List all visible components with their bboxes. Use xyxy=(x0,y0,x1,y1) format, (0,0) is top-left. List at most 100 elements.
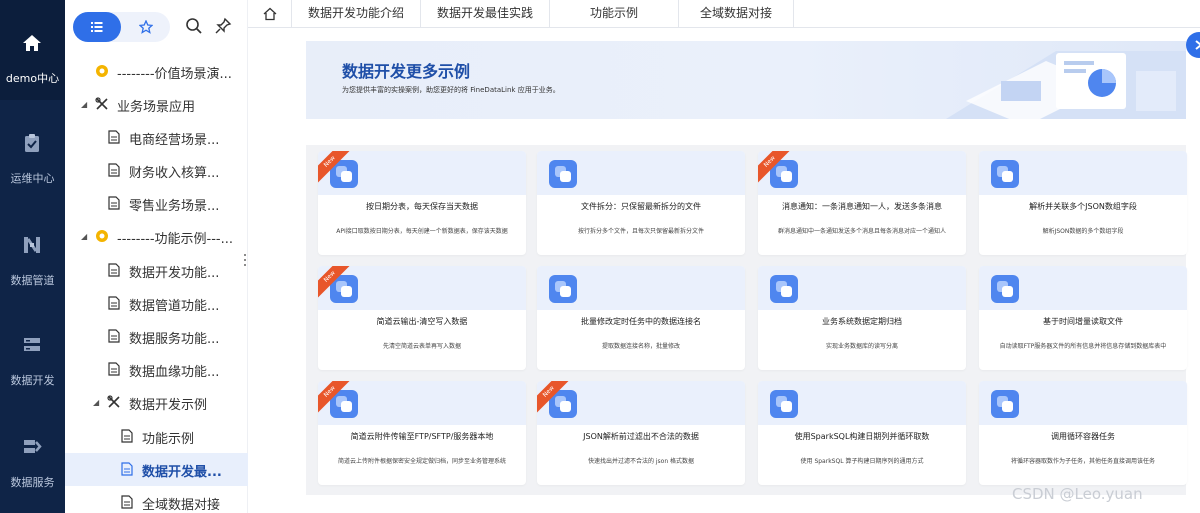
card-description: 将循环容器取数作为子任务，其他任务直接调用该任务 xyxy=(1010,458,1155,465)
tree-item-business-scenes[interactable]: ◢ 业务场景应用 xyxy=(65,88,248,121)
caret-down-icon[interactable]: ◢ xyxy=(93,398,99,407)
example-gallery: New 按日期分表，每天保存当天数据 API接口取数按日期分表，每天创建一个新数据表… xyxy=(306,145,1187,495)
tree-item-data-integration[interactable]: 全域数据对接 xyxy=(65,486,248,513)
document-icon xyxy=(108,329,120,343)
example-card[interactable]: New 消息通知：一条消息通知一人，发送多条消息 群消息通知中一条通知发送多个消息且… xyxy=(758,151,966,255)
gear-folder-icon xyxy=(96,230,108,242)
clipboard-check-icon xyxy=(25,134,39,152)
tree-item-retail[interactable]: 零售业务场景... xyxy=(65,187,248,220)
example-card[interactable]: New 简道云输出-清空写入数据 先清空简道云表单再写入数据 xyxy=(318,266,526,370)
example-card[interactable]: 批量修改定时任务中的数据连接名 提取数据连接名称，批量修改 xyxy=(537,266,745,370)
nav-item-data-service[interactable]: 数据服务 xyxy=(0,404,65,504)
example-app-icon xyxy=(770,390,798,418)
main-content: 数据开发更多示例 为您提供丰富的实操案例，助您更好的将 FineDataLink… xyxy=(248,29,1200,513)
nav-item-data-pipeline[interactable]: 数据管道 xyxy=(0,202,65,302)
tools-icon xyxy=(107,395,120,408)
tab-dev-intro[interactable]: 数据开发功能介绍 xyxy=(292,0,421,28)
example-card[interactable]: 业务系统数据定期归档 实现业务数据库的读写分离 xyxy=(758,266,966,370)
example-app-icon xyxy=(770,275,798,303)
tree-item-lineage-features[interactable]: 数据血缘功能... xyxy=(65,353,248,386)
pin-icon[interactable] xyxy=(213,16,233,36)
tree-item-label: --------功能示例---... xyxy=(117,232,233,247)
tree-item-label: 数据开发示例 xyxy=(129,398,208,413)
card-description: 群消息通知中一条通知发送多个消息且每条消息对应一个通知人 xyxy=(777,228,946,235)
home-icon xyxy=(23,35,41,51)
nav-label: demo中心 xyxy=(5,72,60,85)
caret-down-icon[interactable]: ◢ xyxy=(81,100,87,109)
tree-item-feature-examples-group[interactable]: ◢ --------功能示例---... xyxy=(65,220,248,253)
card-description: API接口取数按日期分表，每天创建一个新数据表，保存该天数据 xyxy=(336,228,508,235)
tree-item-label: 数据开发最... xyxy=(142,465,222,480)
document-icon xyxy=(121,429,133,443)
data-service-icon xyxy=(24,440,42,453)
card-description: 提取数据连接名称，批量修改 xyxy=(601,343,680,350)
card-title: 业务系统数据定期归档 xyxy=(822,317,902,326)
card-title: 使用SparkSQL构建日期列并循环取数 xyxy=(794,432,930,441)
banner-illustration xyxy=(946,51,1186,119)
nav-item-data-dev[interactable]: 数据开发 xyxy=(0,302,65,402)
card-title: 简道云输出-清空写入数据 xyxy=(376,317,468,326)
tab-feature-examples[interactable]: 功能示例 xyxy=(550,0,679,28)
tree-item-service-features[interactable]: 数据服务功能... xyxy=(65,320,248,353)
gear-folder-icon xyxy=(96,65,108,77)
floating-action-button[interactable] xyxy=(1186,32,1200,58)
tree-item-feature-examples[interactable]: 功能示例 xyxy=(65,420,248,453)
favorites-button[interactable] xyxy=(122,12,170,42)
tree-item-dev-examples[interactable]: ◢ 数据开发示例 xyxy=(65,386,248,419)
card-description: 解析JSON数据的多个数组字段 xyxy=(1042,228,1124,235)
star-icon xyxy=(139,20,153,34)
tree-item-label: 数据管道功能... xyxy=(129,299,220,314)
example-card[interactable]: 解析并关联多个JSON数组字段 解析JSON数据的多个数组字段 xyxy=(979,151,1187,255)
tree-item-label: 数据服务功能... xyxy=(129,332,220,347)
tree-item-dev-features[interactable]: 数据开发功能... xyxy=(65,254,248,287)
tree-item-dev-best-practices[interactable]: 数据开发最... xyxy=(65,453,248,486)
search-icon[interactable] xyxy=(184,16,204,36)
example-card[interactable]: New 简道云附件传输至FTP/SFTP/服务器本地 简道云上传附件根据保密安全规定… xyxy=(318,381,526,485)
tab-data-integration[interactable]: 全域数据对接 xyxy=(679,0,794,28)
example-card[interactable]: 基于时间增量读取文件 自动读取FTP服务器文件的所有信息并将信息存储到数据库表中 xyxy=(979,266,1187,370)
tree-item-pipeline-features[interactable]: 数据管道功能... xyxy=(65,287,248,320)
document-icon xyxy=(108,163,120,177)
nav-label: 数据开发 xyxy=(10,374,55,387)
tree-item-label: 数据血缘功能... xyxy=(129,365,220,380)
example-card[interactable]: 使用SparkSQL构建日期列并循环取数 使用 SparkSQL 算子构建日期序列… xyxy=(758,381,966,485)
tab-dev-best-practices[interactable]: 数据开发最佳实践 xyxy=(421,0,550,28)
nav-label: 数据管道 xyxy=(10,274,55,287)
tree-item-value-scenes[interactable]: --------价值场景演... xyxy=(65,55,248,88)
chevron-icon xyxy=(1195,40,1200,50)
banner-subtitle: 为您提供丰富的实操案例，助您更好的将 FineDataLink 应用于业务。 xyxy=(342,86,560,94)
card-title: 简道云附件传输至FTP/SFTP/服务器本地 xyxy=(350,432,494,441)
document-icon xyxy=(108,196,120,210)
example-card[interactable]: 调用循环容器任务 将循环容器取数作为子任务，其他任务直接调用该任务 xyxy=(979,381,1187,485)
document-icon xyxy=(108,296,120,310)
app-root: demo中心 运维中心 数据管道 数据开发 数据服务 --------价值场景演… xyxy=(0,0,1200,513)
banner-title: 数据开发更多示例 xyxy=(342,62,471,81)
example-card[interactable]: New JSON解析前过滤出不合法的数据 快速找出并过滤不合法的 json 格式数据 xyxy=(537,381,745,485)
document-icon xyxy=(121,462,133,476)
card-description: 先清空简道云表单再写入数据 xyxy=(382,343,461,350)
caret-down-icon[interactable]: ◢ xyxy=(81,232,87,241)
card-title: 基于时间增量读取文件 xyxy=(1043,317,1123,326)
tree-item-label: 电商经营场景... xyxy=(129,133,220,148)
tab-home[interactable] xyxy=(248,0,292,28)
tab-bar: 数据开发功能介绍 数据开发最佳实践 功能示例 全域数据对接 xyxy=(248,0,1200,28)
tree-item-label: 全域数据对接 xyxy=(142,498,221,513)
nav-item-demo-center[interactable]: demo中心 xyxy=(0,0,65,100)
tree-item-label: 功能示例 xyxy=(142,432,195,447)
card-title: 批量修改定时任务中的数据连接名 xyxy=(581,317,701,326)
tree-item-label: --------价值场景演... xyxy=(117,67,232,82)
example-card[interactable]: New 按日期分表，每天保存当天数据 API接口取数按日期分表，每天创建一个新数据表… xyxy=(318,151,526,255)
card-description: 按行拆分多个文件，且每次只保留最新拆分文件 xyxy=(577,228,704,235)
document-icon xyxy=(108,130,120,144)
nav-label: 运维中心 xyxy=(10,172,55,185)
view-toggle xyxy=(73,12,170,42)
tree-item-finance[interactable]: 财务收入核算... xyxy=(65,154,248,187)
example-app-icon xyxy=(549,160,577,188)
tree-panel: --------价值场景演... ◢ 业务场景应用 电商经营场景... 财务收入… xyxy=(65,0,248,513)
list-view-button[interactable] xyxy=(73,12,121,42)
example-card[interactable]: 文件拆分：只保留最新拆分的文件 按行拆分多个文件，且每次只保留最新拆分文件 xyxy=(537,151,745,255)
nav-item-ops-center[interactable]: 运维中心 xyxy=(0,100,65,200)
document-icon xyxy=(108,362,120,376)
card-title: JSON解析前过滤出不合法的数据 xyxy=(583,432,699,441)
tree-item-ecommerce[interactable]: 电商经营场景... xyxy=(65,121,248,154)
